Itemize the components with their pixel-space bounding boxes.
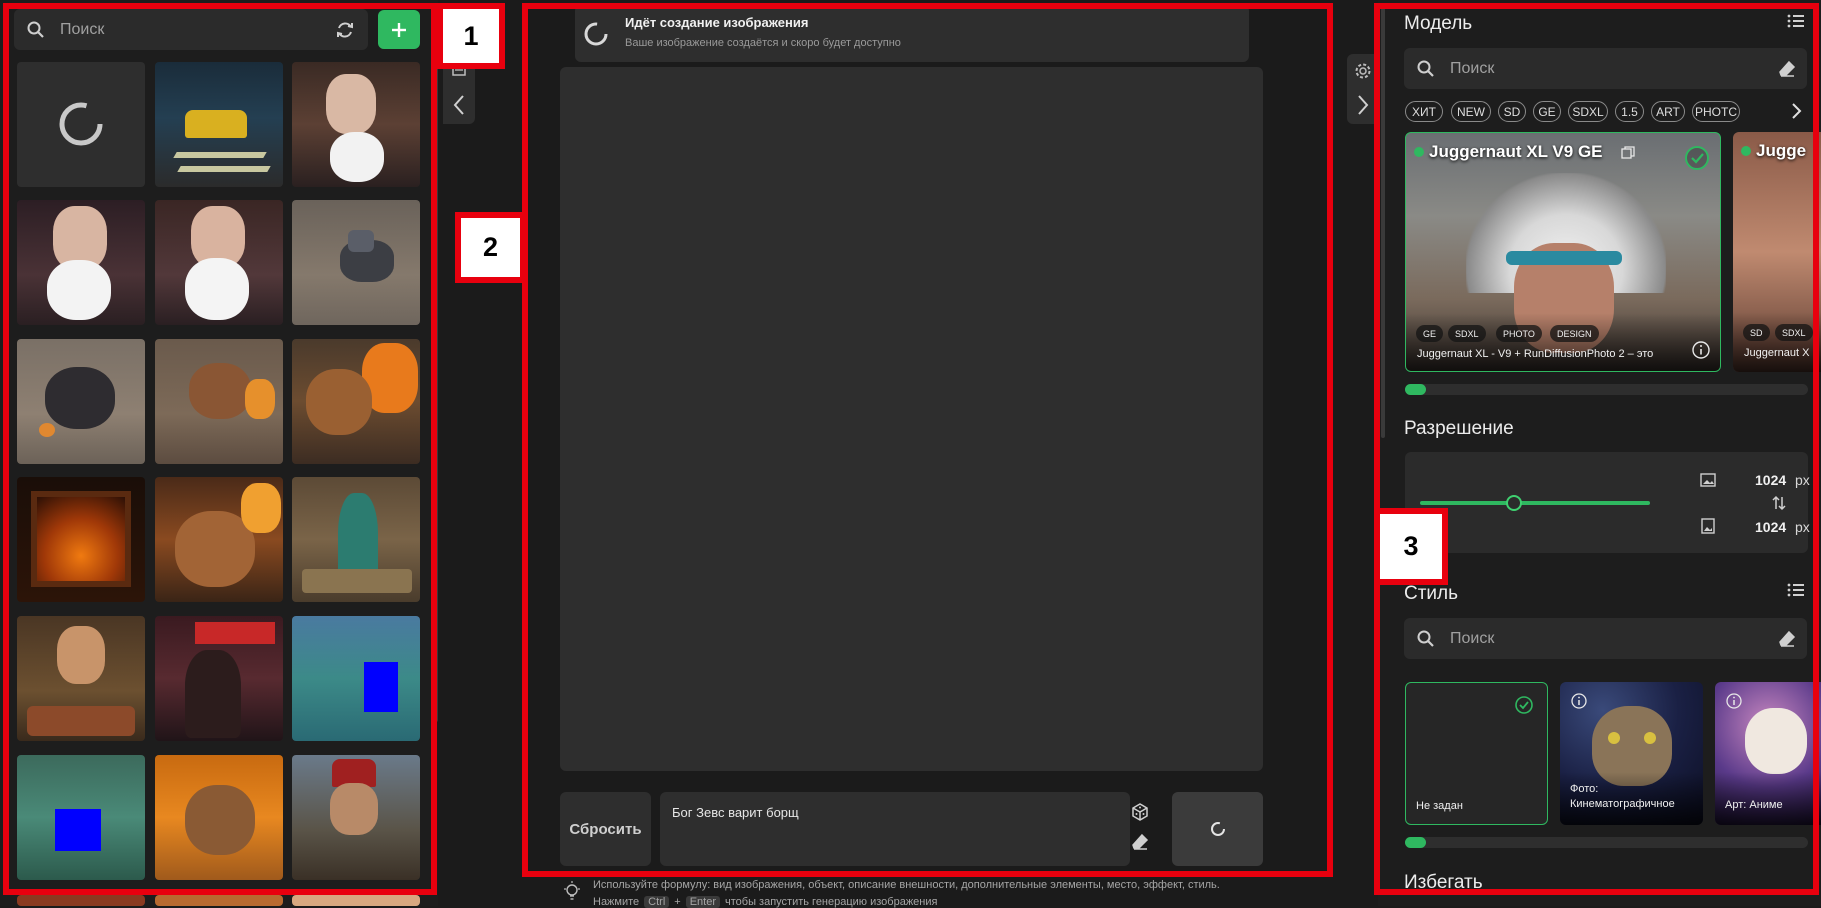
chevron-left-icon [453,95,464,115]
highlight-box-3 [1374,3,1819,895]
annotation-badge-1: 1 [437,3,505,69]
hint-text: Нажмите [593,896,640,908]
lightbulb-icon [564,881,580,900]
hint-plus: + [674,896,681,908]
hint-text: чтобы запустить генерацию изображения [725,896,938,908]
annotation-badge-3: 3 [1374,508,1448,585]
gallery-item[interactable] [155,895,283,906]
prompt-hint: Используйте формулу: вид изображения, об… [593,879,1220,891]
key-enter: Enter [685,896,721,908]
gallery-item[interactable] [17,895,145,906]
gallery-item[interactable] [292,895,420,906]
highlight-box-2 [522,3,1333,877]
highlight-box-1 [3,3,437,895]
prompt-shortcut-hint: Нажмите Ctrl + Enter чтобы запустить ген… [593,896,937,908]
key-ctrl: Ctrl [644,896,670,908]
chevron-right-icon [1358,95,1369,115]
annotation-badge-2: 2 [455,212,526,283]
gear-icon [1355,63,1371,79]
